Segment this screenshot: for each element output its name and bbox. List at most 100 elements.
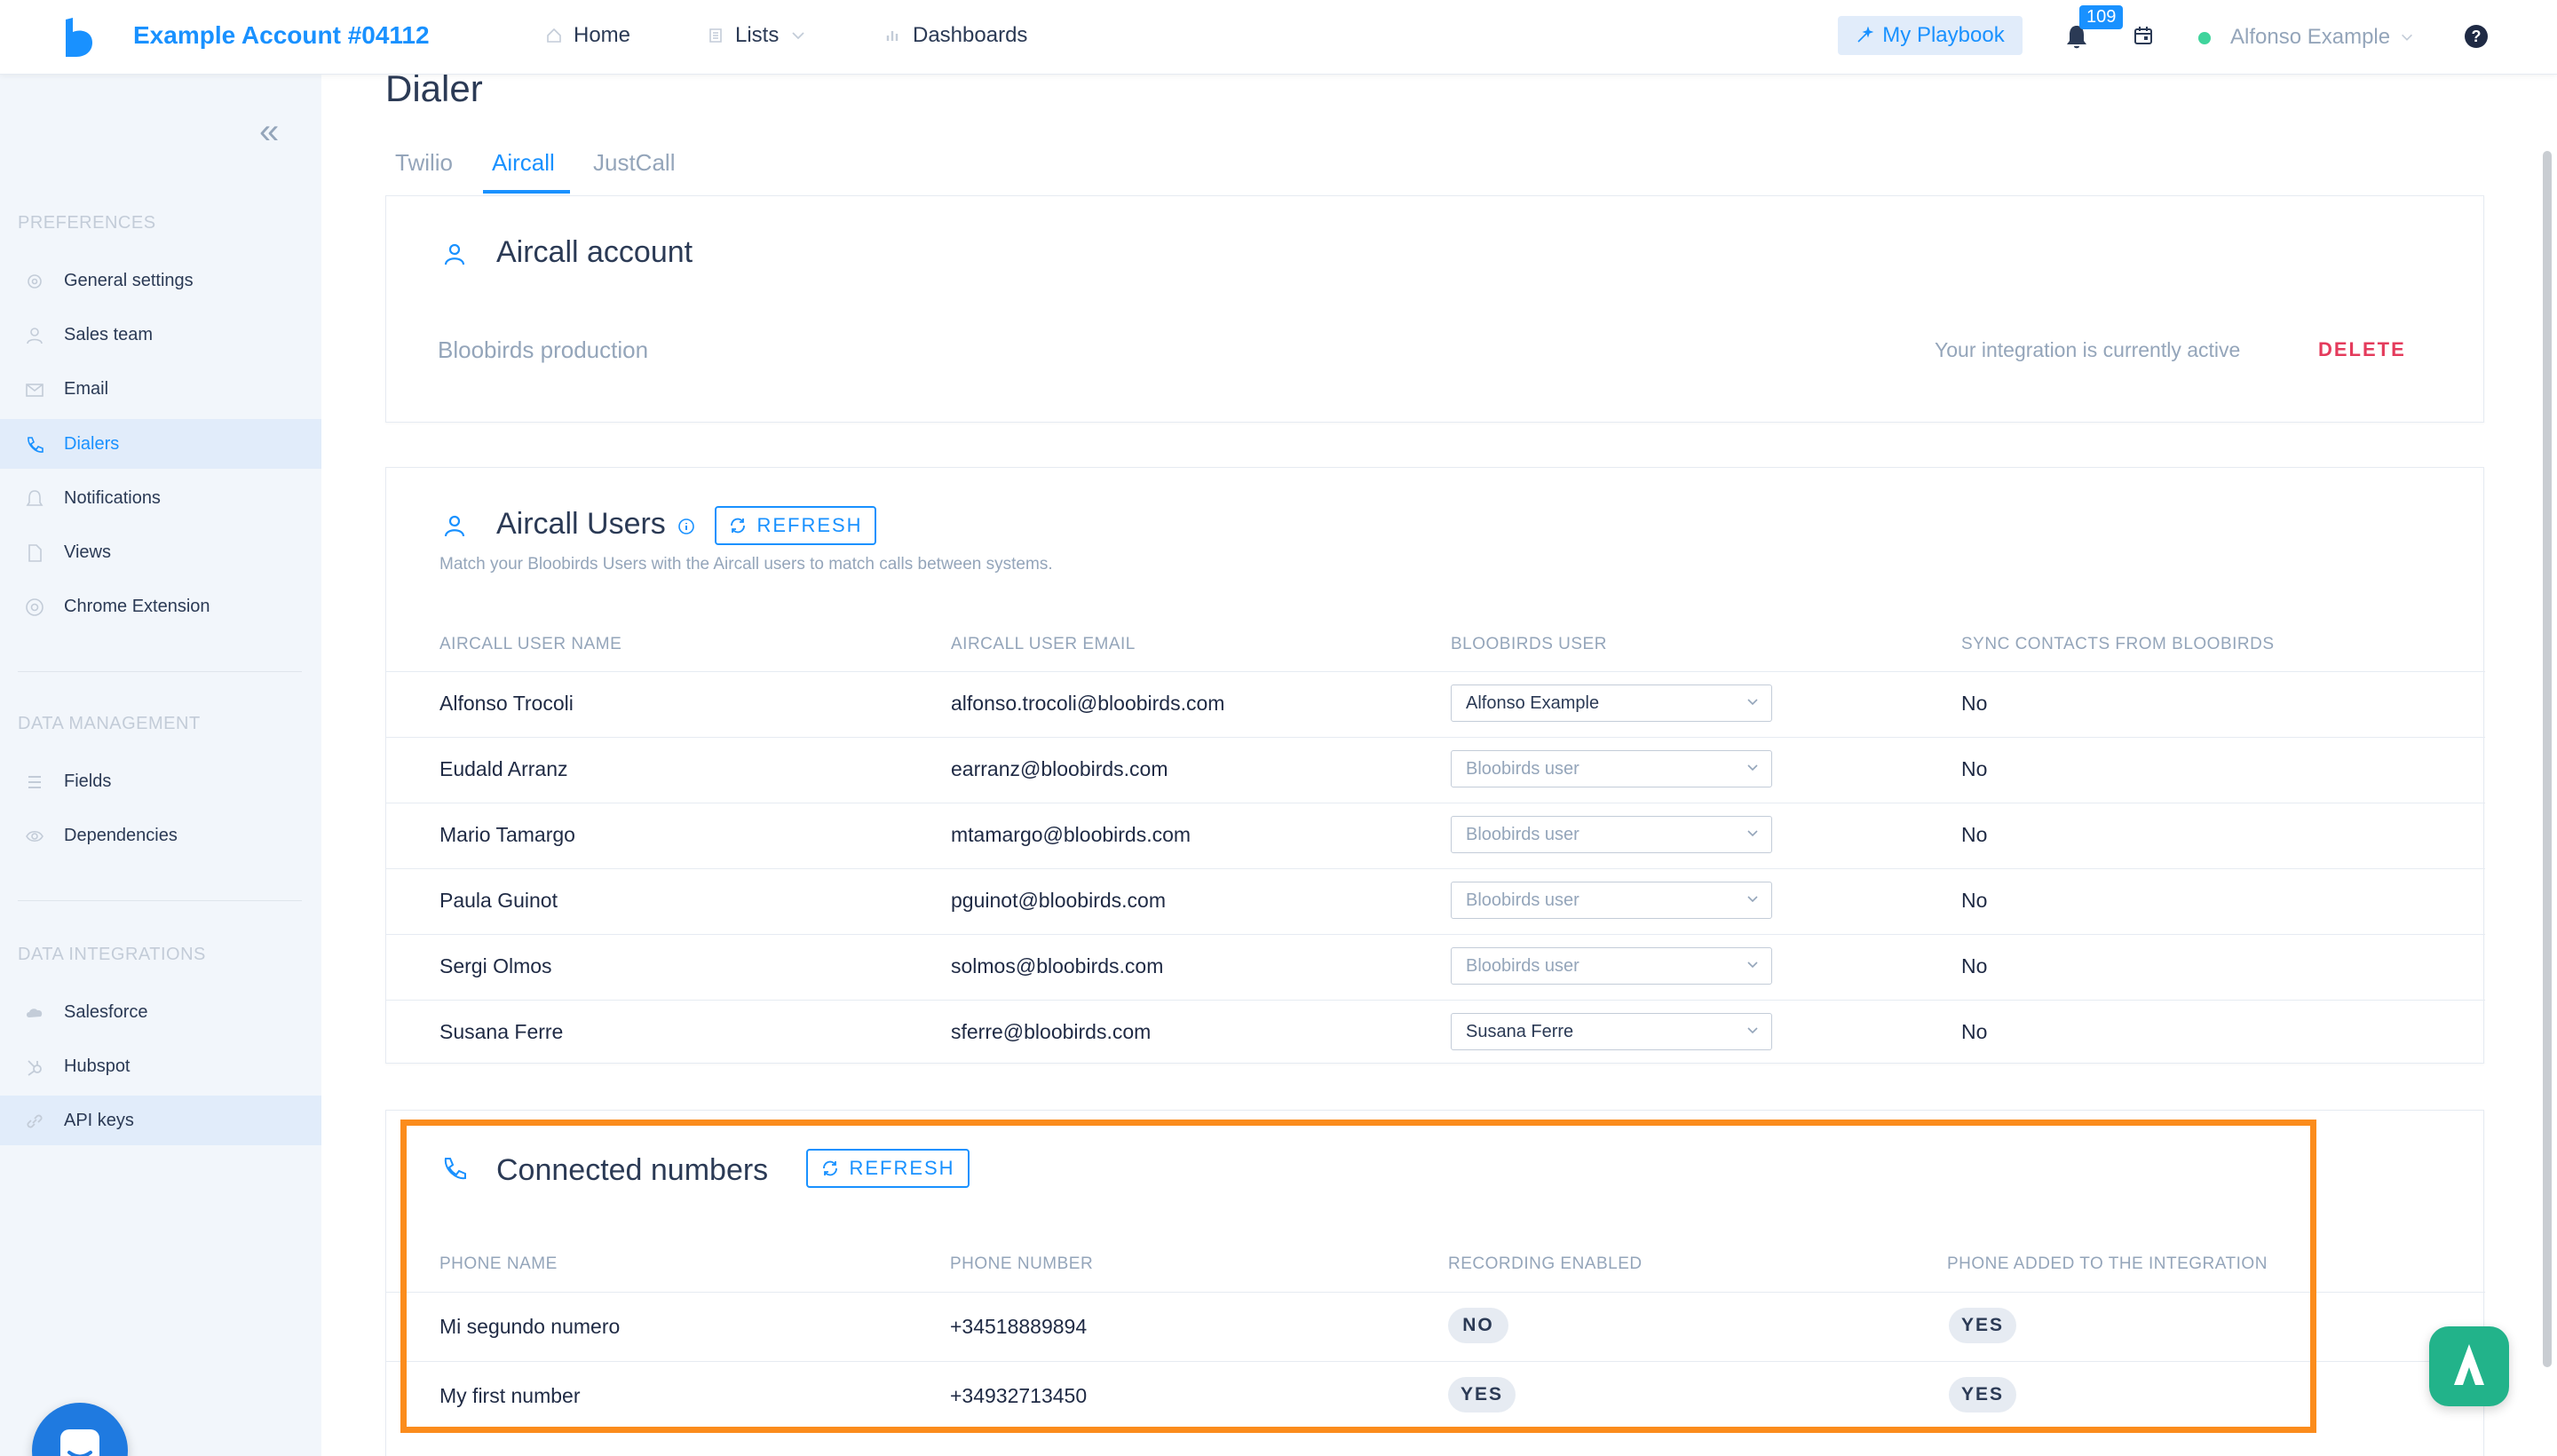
tab-aircall[interactable]: Aircall	[492, 149, 555, 177]
column-header: AIRCALL USER NAME	[439, 635, 622, 653]
help-icon[interactable]: ?	[2465, 25, 2488, 48]
chat-icon	[60, 1429, 99, 1456]
select-placeholder: Bloobirds user	[1466, 890, 1579, 910]
user-name-cell: Alfonso Trocoli	[439, 692, 574, 715]
intercom-chat-launcher[interactable]	[32, 1403, 128, 1456]
row-divider	[386, 868, 2485, 869]
chevron-down-icon	[792, 32, 804, 40]
sidebar-item-views[interactable]: Views	[0, 527, 321, 577]
user-menu[interactable]: Alfonso Example	[2230, 25, 2415, 50]
account-name[interactable]: Example Account #04112	[133, 21, 430, 50]
delete-integration-button[interactable]: DELETE	[2318, 338, 2406, 361]
user-email-cell: earranz@bloobirds.com	[951, 757, 1168, 780]
sidebar-item-dependencies[interactable]: Dependencies	[0, 811, 321, 860]
sidebar-item-label: Notifications	[64, 487, 161, 508]
row-divider	[386, 1000, 2485, 1001]
nav-home-label: Home	[574, 23, 631, 47]
bloobirds-a-icon	[2454, 1344, 2484, 1385]
sync-contacts-cell: No	[1961, 823, 1988, 846]
nav-dashboards[interactable]: Dashboards	[884, 23, 1027, 48]
select-placeholder: Bloobirds user	[1466, 955, 1579, 976]
sidebar-item-fields[interactable]: Fields	[0, 756, 321, 806]
bloobirds-assistant-button[interactable]	[2429, 1326, 2509, 1406]
collapse-sidebar-icon[interactable]: «	[259, 114, 284, 149]
bloobirds-user-select[interactable]: Alfonso Example	[1451, 684, 1772, 722]
bloobirds-user-select[interactable]: Bloobirds user	[1451, 882, 1772, 919]
info-icon[interactable]	[677, 518, 695, 535]
list-icon	[28, 776, 41, 788]
sidebar-item-notifications[interactable]: Notifications	[0, 473, 321, 523]
select-placeholder: Bloobirds user	[1466, 758, 1579, 779]
sidebar-item-dialers[interactable]: Dialers	[0, 419, 321, 469]
tab-twilio[interactable]: Twilio	[395, 149, 453, 177]
sidebar-item-api-keys[interactable]: API keys	[0, 1096, 321, 1145]
user-name-cell: Mario Tamargo	[439, 823, 575, 846]
bloobirds-user-select[interactable]: Bloobirds user	[1451, 750, 1772, 787]
chevron-down-icon	[1747, 830, 1758, 837]
sidebar-item-hubspot[interactable]: Hubspot	[0, 1041, 321, 1091]
user-email-cell: alfonso.trocoli@bloobirds.com	[951, 692, 1225, 715]
chrome-icon	[26, 598, 44, 616]
preferences-section-title: PREFERENCES	[18, 213, 156, 233]
tab-justcall[interactable]: JustCall	[593, 149, 675, 177]
row-divider	[386, 737, 2485, 738]
nav-dashboards-label: Dashboards	[913, 23, 1028, 47]
sidebar-item-chrome-extension[interactable]: Chrome Extension	[0, 582, 321, 631]
bloobirds-logo[interactable]	[60, 18, 96, 57]
active-tab-indicator	[483, 190, 570, 194]
file-icon	[28, 544, 42, 562]
sidebar-item-general-settings[interactable]: General settings	[0, 256, 321, 305]
sidebar-item-label: Dialers	[64, 433, 120, 454]
user-email-cell: sferre@bloobirds.com	[951, 1020, 1152, 1043]
aircall-users-card: Aircall Users REFRESH Match your Bloobir…	[385, 467, 2485, 1064]
calendar-icon[interactable]	[2133, 25, 2154, 46]
user-name-cell: Susana Ferre	[439, 1020, 564, 1043]
magic-wand-icon	[1857, 27, 1874, 43]
data-integrations-section-title: DATA INTEGRATIONS	[18, 945, 206, 964]
bloobirds-user-select[interactable]: Bloobirds user	[1451, 947, 1772, 985]
user-email-cell: mtamargo@bloobirds.com	[951, 823, 1191, 846]
sync-contacts-cell: No	[1961, 1020, 1988, 1043]
sidebar-divider	[18, 900, 302, 901]
sidebar-item-label: Fields	[64, 771, 112, 791]
refresh-users-button[interactable]: REFRESH	[715, 506, 876, 545]
nav-lists[interactable]: Lists	[707, 23, 807, 48]
page-scrollbar[interactable]	[2543, 151, 2552, 1367]
notifications-count-badge: 109	[2079, 5, 2124, 29]
sidebar-item-sales-team[interactable]: Sales team	[0, 310, 321, 360]
chevron-down-icon	[1747, 699, 1758, 706]
settings-sidebar: « PREFERENCES General settings Sales tea…	[0, 75, 321, 1456]
sidebar-item-label: Chrome Extension	[64, 596, 210, 616]
user-icon	[444, 243, 465, 265]
aircall-users-subtitle: Match your Bloobirds Users with the Airc…	[439, 555, 1053, 574]
dashboard-icon	[886, 31, 899, 41]
nav-lists-label: Lists	[735, 23, 780, 47]
data-management-section-title: DATA MANAGEMENT	[18, 714, 201, 733]
sync-contacts-cell: No	[1961, 889, 1988, 912]
chevron-down-icon	[2402, 34, 2413, 41]
list-icon	[709, 28, 722, 43]
sidebar-item-label: Hubspot	[64, 1056, 131, 1076]
selected-value: Susana Ferre	[1466, 1021, 1574, 1041]
connected-numbers-highlight-box	[400, 1120, 2316, 1433]
refresh-icon	[731, 518, 746, 534]
nav-home[interactable]: Home	[545, 23, 630, 48]
sidebar-item-label: Salesforce	[64, 1001, 148, 1022]
user-email-cell: solmos@bloobirds.com	[951, 954, 1164, 977]
user-name-label: Alfonso Example	[2230, 25, 2391, 49]
user-name-cell: Eudald Arranz	[439, 757, 568, 780]
sidebar-item-salesforce[interactable]: Salesforce	[0, 987, 321, 1037]
column-header: SYNC CONTACTS FROM BLOOBIRDS	[1961, 635, 2275, 653]
top-bar: Example Account #04112 Home Lists Dashbo…	[0, 0, 2557, 75]
sync-contacts-cell: No	[1961, 692, 1988, 715]
bloobirds-user-select[interactable]: Bloobirds user	[1451, 816, 1772, 853]
link-icon	[27, 1114, 43, 1128]
column-header: BLOOBIRDS USER	[1451, 635, 1607, 653]
eye-icon	[26, 830, 44, 843]
chevron-down-icon	[1747, 764, 1758, 772]
user-icon	[27, 328, 43, 344]
sidebar-item-email[interactable]: Email	[0, 364, 321, 414]
bloobirds-user-select[interactable]: Susana Ferre	[1451, 1013, 1772, 1050]
my-playbook-button[interactable]: My Playbook	[1838, 16, 2023, 55]
phone-icon	[28, 437, 44, 453]
